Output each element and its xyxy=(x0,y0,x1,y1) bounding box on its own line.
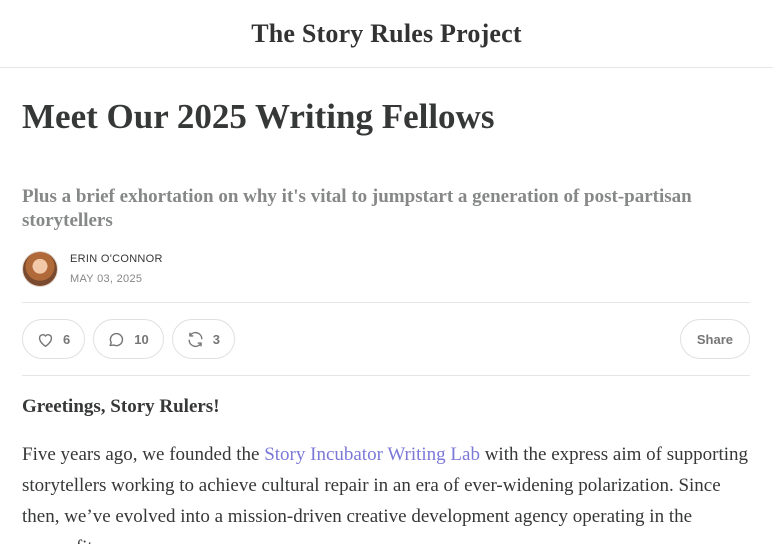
share-button[interactable]: Share xyxy=(679,319,750,359)
restack-icon xyxy=(186,330,205,349)
post-subtitle: Plus a brief exhortation on why it's vit… xyxy=(22,186,692,231)
title-wrap: Meet Our 2025 Writing Fellows xyxy=(22,96,751,184)
author-avatar[interactable] xyxy=(22,251,58,287)
restack-count: 3 xyxy=(212,331,220,347)
paragraph-text-start: Five years ago, we founded the xyxy=(22,444,265,465)
story-incubator-link[interactable]: Story Incubator Writing Lab xyxy=(264,444,480,465)
byline: ERIN O'CONNOR MAY 03, 2025 xyxy=(22,250,751,288)
site-header: The Story Rules Project xyxy=(0,0,773,68)
site-title[interactable]: The Story Rules Project xyxy=(251,19,522,49)
article: Meet Our 2025 Writing Fellows Plus a bri… xyxy=(0,96,773,544)
greeting: Greetings, Story Rulers! xyxy=(22,396,220,417)
engagement-actions: 6 10 3 xyxy=(22,319,235,359)
restack-button[interactable]: 3 xyxy=(171,319,235,359)
post-title: Meet Our 2025 Writing Fellows xyxy=(22,97,495,136)
body-paragraph: Five years ago, we founded the Story Inc… xyxy=(22,439,750,544)
comment-icon xyxy=(107,330,126,349)
like-button[interactable]: 6 xyxy=(22,319,86,359)
post-date: MAY 03, 2025 xyxy=(70,273,143,285)
heart-icon xyxy=(36,330,55,349)
post-action-bar: 6 10 3 Share xyxy=(22,302,750,376)
author-name[interactable]: ERIN O'CONNOR xyxy=(70,252,163,266)
byline-text: ERIN O'CONNOR MAY 03, 2025 xyxy=(70,252,163,286)
comment-count: 10 xyxy=(134,331,149,347)
like-count: 6 xyxy=(63,331,71,347)
comment-button[interactable]: 10 xyxy=(93,319,164,359)
